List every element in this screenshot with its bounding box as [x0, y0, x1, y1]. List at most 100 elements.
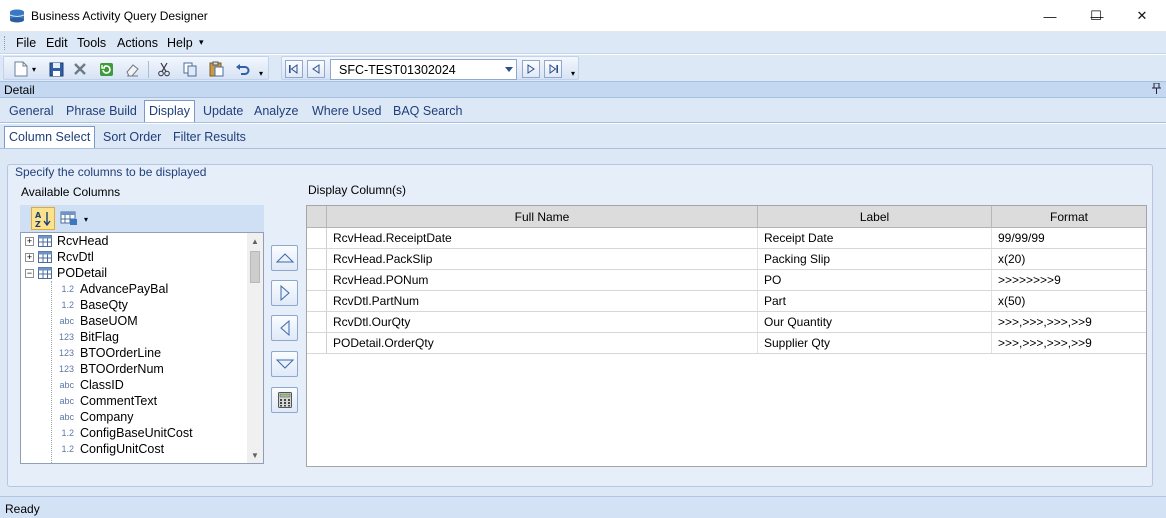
clear-icon[interactable]: [124, 61, 140, 77]
move-down-button[interactable]: [271, 351, 298, 377]
tree-field[interactable]: abc Company: [52, 409, 133, 425]
table-row[interactable]: RcvDtl.PartNum Part x(50): [307, 291, 1146, 312]
undo-icon[interactable]: [234, 61, 250, 77]
cell-label[interactable]: Packing Slip: [758, 249, 992, 269]
close-button[interactable]: ✕: [1119, 0, 1165, 32]
new-dropdown-icon[interactable]: ▾: [30, 61, 38, 77]
tree-node-podetail[interactable]: − PODetail: [25, 265, 107, 281]
tab-column-select[interactable]: Column Select: [4, 126, 96, 148]
remove-column-button[interactable]: [271, 315, 298, 341]
row-selector[interactable]: [307, 270, 327, 290]
last-record-button[interactable]: [544, 60, 562, 78]
cell-full-name[interactable]: RcvDtl.OurQty: [327, 312, 758, 332]
table-row[interactable]: RcvHead.PONum PO >>>>>>>>9: [307, 270, 1146, 291]
menu-actions[interactable]: Actions: [117, 36, 158, 50]
tree-field[interactable]: 1.2 ConfigBaseUnitCost: [52, 425, 192, 441]
display-columns-grid[interactable]: Full Name Label Format RcvHead.ReceiptDa…: [306, 205, 1147, 467]
tab-sort-order[interactable]: Sort Order: [103, 130, 161, 144]
nav-overflow-icon[interactable]: ▾: [569, 65, 577, 81]
row-selector[interactable]: [307, 312, 327, 332]
table-row[interactable]: PODetail.OrderQty Supplier Qty >>>,>>>,>…: [307, 333, 1146, 354]
tree-field[interactable]: 1.2 BaseQty: [52, 297, 127, 313]
cell-format[interactable]: >>>,>>>,>>>,>>9: [992, 312, 1146, 332]
expand-icon[interactable]: +: [25, 236, 34, 246]
cell-full-name[interactable]: RcvHead.ReceiptDate: [327, 228, 758, 248]
expand-icon[interactable]: +: [25, 252, 34, 262]
toolbar-overflow-icon[interactable]: ▾: [257, 65, 265, 81]
cell-full-name[interactable]: RcvDtl.PartNum: [327, 291, 758, 311]
refresh-icon[interactable]: [98, 61, 114, 77]
delete-icon[interactable]: [72, 61, 88, 77]
tree-field[interactable]: 1.2 AdvancePayBal: [52, 281, 168, 297]
menu-overflow-icon[interactable]: ▾: [199, 37, 204, 48]
tree-field[interactable]: abc CommentText: [52, 393, 157, 409]
tab-analyze[interactable]: Analyze: [254, 104, 298, 118]
available-columns-tree[interactable]: + RcvHead + RcvDtl − PODetail 1.2 Advance…: [20, 232, 264, 464]
first-record-button[interactable]: [285, 60, 303, 78]
tree-field[interactable]: 123 BTOOrderNum: [52, 361, 164, 377]
cut-icon[interactable]: [156, 61, 172, 77]
next-record-button[interactable]: [522, 60, 540, 78]
tab-general[interactable]: General: [9, 104, 53, 118]
cell-format[interactable]: 99/99/99: [992, 228, 1146, 248]
cell-label[interactable]: Supplier Qty: [758, 333, 992, 353]
tree-scrollbar[interactable]: ▲ ▼: [247, 233, 263, 463]
minimize-button-2[interactable]: —: [1027, 0, 1073, 32]
column-header-full-name[interactable]: Full Name: [327, 206, 758, 228]
table-row[interactable]: RcvHead.PackSlip Packing Slip x(20): [307, 249, 1146, 270]
column-chooser-icon[interactable]: [60, 210, 78, 226]
cell-label[interactable]: Part: [758, 291, 992, 311]
copy-icon[interactable]: [182, 61, 198, 77]
tab-phrase-build[interactable]: Phrase Build: [66, 104, 137, 118]
save-icon[interactable]: [48, 61, 64, 77]
tree-node-rcvhead[interactable]: + RcvHead: [25, 233, 108, 249]
row-selector[interactable]: [307, 333, 327, 353]
move-up-button[interactable]: [271, 245, 298, 271]
tree-field[interactable]: 123 BitFlag: [52, 329, 119, 345]
cell-full-name[interactable]: PODetail.OrderQty: [327, 333, 758, 353]
tree-field[interactable]: abc ClassID: [52, 377, 123, 393]
cell-label[interactable]: Our Quantity: [758, 312, 992, 332]
pin-icon[interactable]: [1152, 82, 1161, 97]
tree-node-rcvdtl[interactable]: + RcvDtl: [25, 249, 94, 265]
paste-icon[interactable]: [208, 61, 224, 77]
row-selector[interactable]: [307, 249, 327, 269]
menu-edit[interactable]: Edit: [46, 36, 68, 50]
row-selector[interactable]: [307, 291, 327, 311]
add-column-button[interactable]: [271, 280, 298, 306]
column-header-format[interactable]: Format: [992, 206, 1146, 228]
cell-format[interactable]: x(50): [992, 291, 1146, 311]
cell-format[interactable]: >>>>>>>>9: [992, 270, 1146, 290]
previous-record-button[interactable]: [307, 60, 325, 78]
tree-field[interactable]: 123 BTOOrderLine: [52, 345, 161, 361]
maximize-button[interactable]: ☐: [1073, 0, 1119, 32]
cell-full-name[interactable]: RcvHead.PackSlip: [327, 249, 758, 269]
cell-format[interactable]: x(20): [992, 249, 1146, 269]
collapse-icon[interactable]: −: [25, 268, 34, 278]
tab-filter-results[interactable]: Filter Results: [173, 130, 246, 144]
tree-field[interactable]: 1.2 ConfigUnitCost: [52, 441, 164, 457]
sort-alpha-button[interactable]: A Z: [31, 207, 55, 230]
tab-baq-search[interactable]: BAQ Search: [393, 104, 462, 118]
new-icon[interactable]: [13, 61, 29, 77]
row-selector[interactable]: [307, 228, 327, 248]
cell-format[interactable]: >>>,>>>,>>>,>>9: [992, 333, 1146, 353]
column-chooser-dropdown-icon[interactable]: ▾: [84, 215, 88, 224]
chevron-down-icon[interactable]: [502, 60, 516, 79]
tab-update[interactable]: Update: [203, 104, 243, 118]
scroll-up-icon[interactable]: ▲: [247, 233, 263, 249]
tree-field[interactable]: abc BaseUOM: [52, 313, 137, 329]
cell-full-name[interactable]: RcvHead.PONum: [327, 270, 758, 290]
menu-tools[interactable]: Tools: [77, 36, 106, 50]
cell-label[interactable]: Receipt Date: [758, 228, 992, 248]
table-row[interactable]: RcvDtl.OurQty Our Quantity >>>,>>>,>>>,>…: [307, 312, 1146, 333]
scrollbar-thumb[interactable]: [250, 251, 260, 283]
menu-help[interactable]: Help: [167, 36, 193, 50]
scroll-down-icon[interactable]: ▼: [247, 447, 263, 463]
table-row[interactable]: RcvHead.ReceiptDate Receipt Date 99/99/9…: [307, 228, 1146, 249]
record-combo[interactable]: SFC-TEST01302024: [330, 59, 517, 80]
menu-file[interactable]: File: [16, 36, 36, 50]
calculated-field-button[interactable]: [271, 387, 298, 413]
column-header-label[interactable]: Label: [758, 206, 992, 228]
tab-display[interactable]: Display: [144, 100, 195, 122]
